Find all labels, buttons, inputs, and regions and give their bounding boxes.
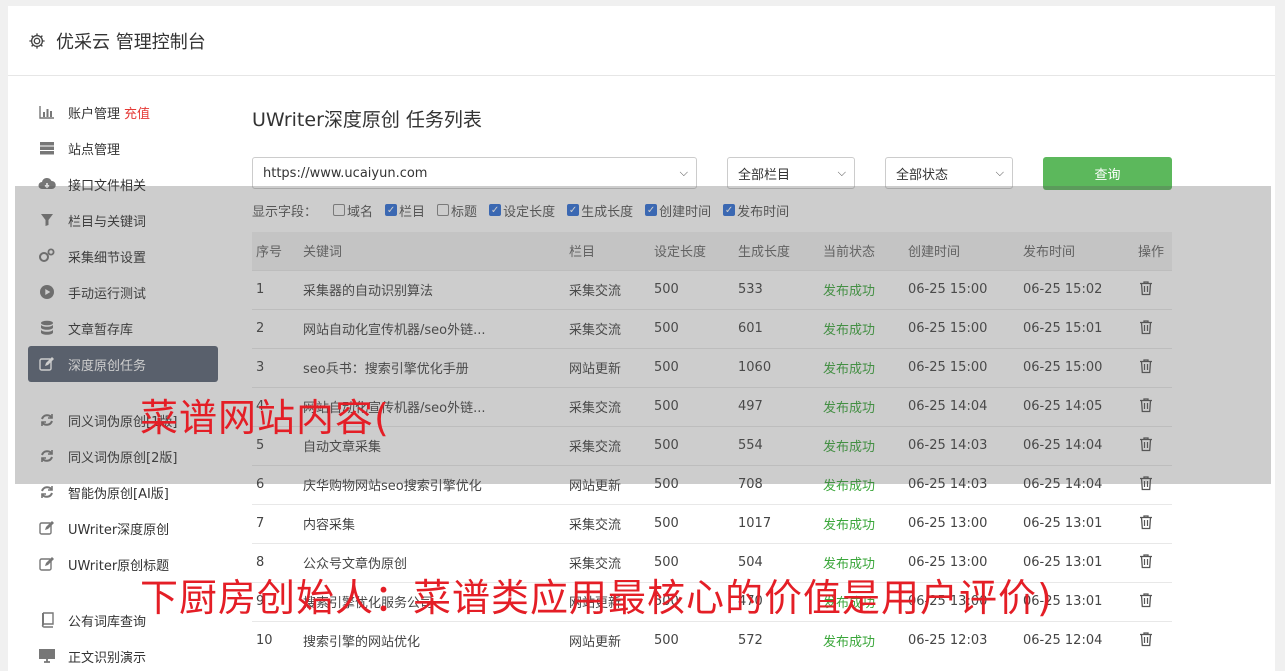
table-cell: 发布成功 [819,503,904,543]
table-cell: 搜索引擎的网站优化 [299,620,565,660]
trash-icon[interactable] [1138,592,1154,608]
table-cell: 572 [734,620,819,660]
watermark-line-1: 菜谱网站内容( [140,396,390,440]
chevron-down-icon: ⌵ [679,166,688,179]
table-row: 7 内容采集 采集交流 500 1017 发布成功 06-25 13:00 06-25 13:… [252,503,1172,543]
table-cell: 500 [650,620,734,660]
table-cell: 采集交流 [565,503,650,543]
book-icon [38,611,56,629]
table-cell: 1017 [734,503,819,543]
site-select-value: https://www.ucaiyun.com [263,165,428,181]
top-bar: 优采云 管理控制台 [8,6,1275,76]
sidebar-item[interactable]: 站点管理 [28,130,218,166]
server-icon [38,139,56,157]
monitor-icon [38,647,56,665]
filter-bar: https://www.ucaiyun.com ⌵ 全部栏目 ⌵ 全部状态 ⌵ 查询 [252,156,1172,190]
query-button[interactable]: 查询 [1043,156,1172,190]
table-cell: 7 [252,503,299,543]
sidebar-item-label: 智能伪原创[AI版] [68,486,169,502]
table-cell: 10 [252,620,299,660]
sidebar-item[interactable]: UWriter深度原创 [28,510,218,546]
table-row: 10 搜索引擎的网站优化 网站更新 500 572 发布成功 06-25 12:03 06-2… [252,620,1172,660]
table-cell: 06-25 13:00 [904,503,1019,543]
edit-icon [38,555,56,573]
bar-chart-icon [38,103,56,121]
table-cell: 06-25 13:01 [1019,503,1134,543]
table-cell: 06-25 12:03 [904,620,1019,660]
status-select[interactable]: 全部状态 ⌵ [885,157,1013,189]
site-select[interactable]: https://www.ucaiyun.com ⌵ [252,157,697,189]
trash-icon[interactable] [1138,553,1154,569]
sidebar-item-label: 账户管理 [68,106,121,122]
recharge-link[interactable]: 充值 [124,103,150,122]
sidebar-item[interactable]: 正文识别演示 [28,638,218,671]
table-cell: 500 [650,503,734,543]
trash-icon[interactable] [1138,514,1154,530]
column-select-value: 全部栏目 [738,167,791,183]
trash-icon[interactable] [1138,631,1154,647]
sidebar-item[interactable]: 账户管理 充值 [28,94,218,130]
sidebar-item-label: 公有词库查询 [68,614,147,630]
column-select[interactable]: 全部栏目 ⌵ [727,157,855,189]
sidebar-item-label: 正文识别演示 [68,650,147,666]
table-cell: 网站更新 [565,620,650,660]
delete-button[interactable] [1134,503,1172,543]
sidebar-item-label: 站点管理 [68,142,121,158]
table-cell: 内容采集 [299,503,565,543]
page-title: UWriter深度原创 任务列表 [252,108,482,131]
delete-button[interactable] [1134,542,1172,582]
chevron-down-icon: ⌵ [995,166,1004,179]
app-title: 优采云 管理控制台 [56,31,206,53]
delete-button[interactable] [1134,581,1172,621]
chevron-down-icon: ⌵ [837,166,846,179]
sidebar-item-label: UWriter深度原创 [68,522,170,538]
refresh-icon [38,483,56,501]
delete-button[interactable] [1134,620,1172,660]
watermark-line-2: 下厨房创始人：菜谱类应用最核心的价值是用户评价) [140,576,1053,620]
edit-icon [38,519,56,537]
table-cell: 06-25 12:04 [1019,620,1134,660]
status-select-value: 全部状态 [896,167,949,183]
table-cell: 发布成功 [819,620,904,660]
gear-icon [29,32,45,49]
